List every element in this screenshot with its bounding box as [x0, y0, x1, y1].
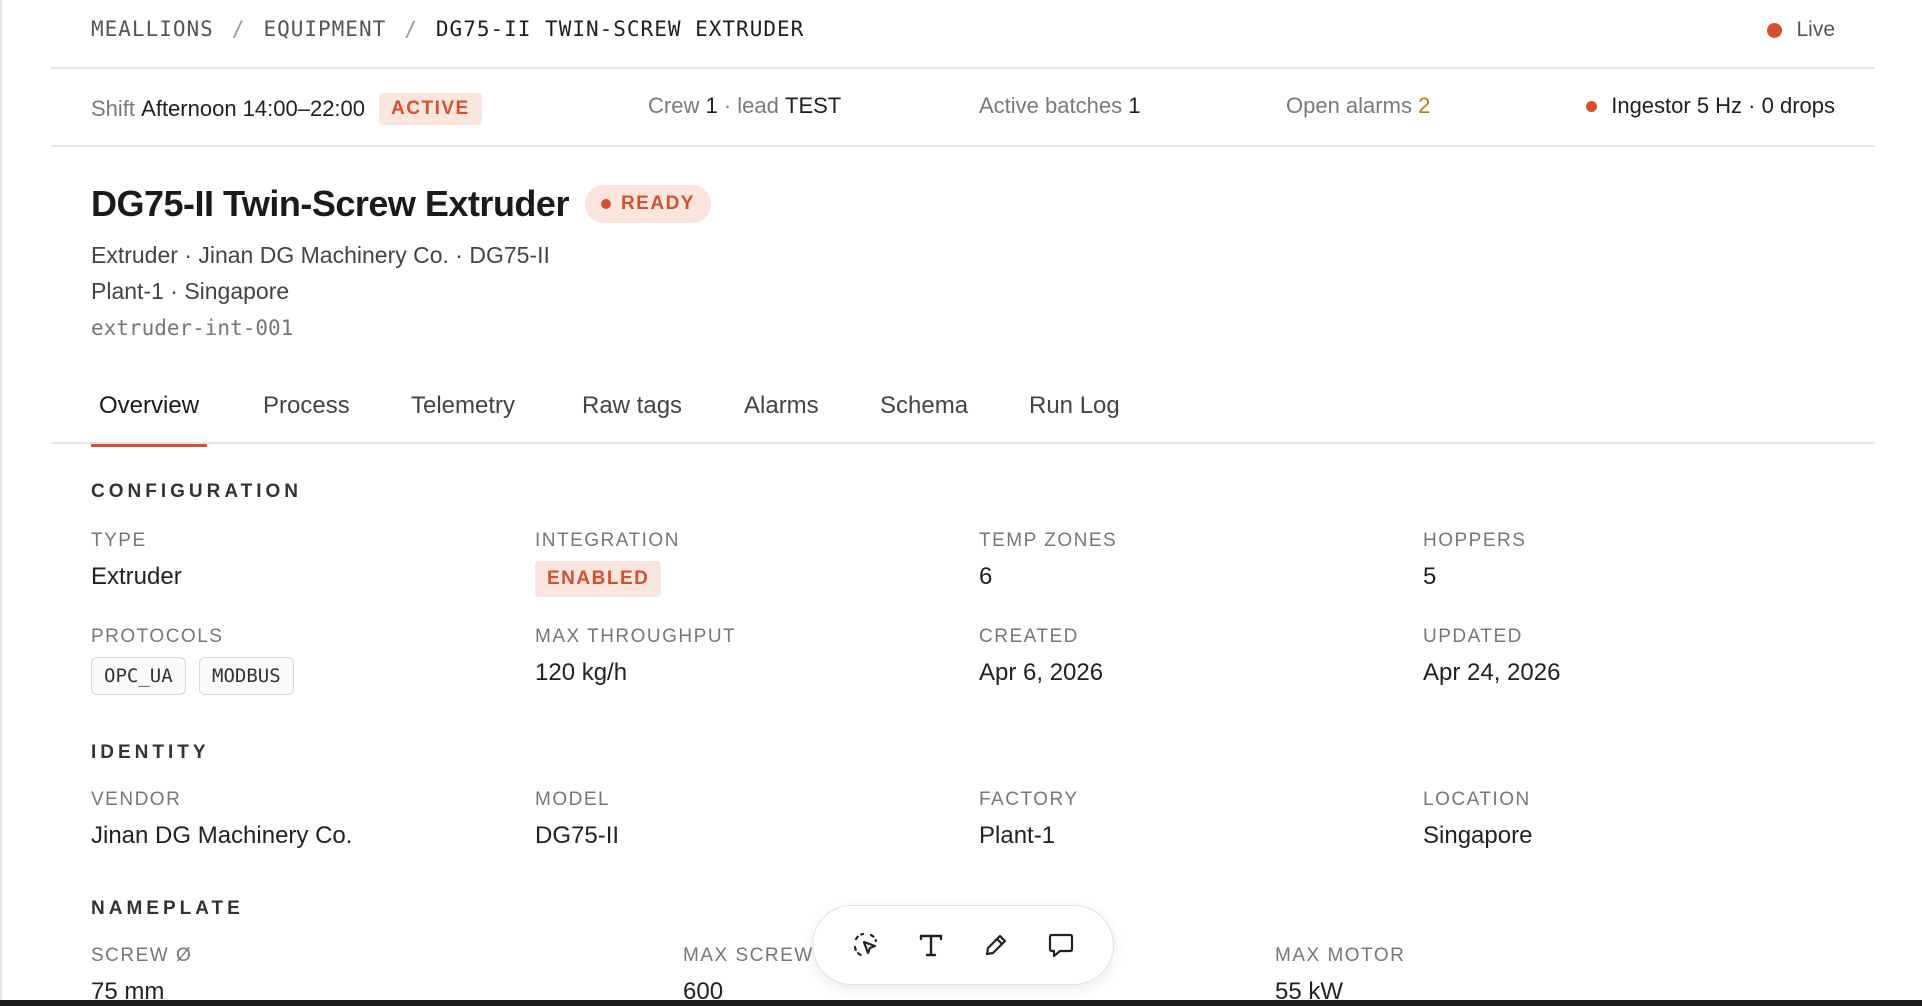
updated-value: Apr 24, 2026 [1423, 659, 1561, 686]
open-alarms-value: 2 [1418, 93, 1431, 118]
vendor-value: Jinan DG Machinery Co. [91, 822, 353, 849]
ingestor-text: Ingestor 5 Hz · 0 drops [1611, 93, 1835, 118]
shift-active-badge: ACTIVE [379, 93, 482, 125]
window-bottom-edge [0, 1000, 1922, 1006]
integration-label: INTEGRATION [535, 530, 680, 551]
max-throughput-label: MAX THROUGHPUT [535, 626, 737, 647]
open-alarms-status[interactable]: Open alarms 2 [1286, 93, 1430, 119]
model-value: DG75-II [535, 822, 620, 849]
identity-heading: IDENTITY [91, 742, 210, 763]
breadcrumb-separator: / [231, 17, 246, 41]
text-tool-button[interactable] [911, 925, 951, 965]
lead-label: · lead [723, 93, 779, 118]
crew-status: Crew 1 · lead TEST [648, 93, 841, 119]
left-edge [0, 0, 2, 1000]
protocols-label: PROTOCOLS [91, 626, 224, 647]
location-value: Singapore [1423, 822, 1533, 849]
max-screw-label: MAX SCREW [683, 945, 814, 966]
model-label: MODEL [535, 789, 611, 810]
factory-value: Plant-1 [979, 822, 1056, 849]
temp-zones-label: TEMP ZONES [979, 530, 1118, 551]
tab-alarms[interactable]: Alarms [744, 392, 819, 444]
pencil-tool-button[interactable] [976, 925, 1016, 965]
text-icon [919, 934, 942, 957]
screw-diameter-label: SCREW Ø [91, 945, 193, 966]
type-value: Extruder [91, 563, 182, 590]
breadcrumb: MEALLIONS / EQUIPMENT / DG75-II TWIN-SCR… [91, 17, 804, 41]
select-icon [853, 932, 877, 957]
breadcrumb-bar: MEALLIONS / EQUIPMENT / DG75-II TWIN-SCR… [51, 0, 1875, 69]
protocol-chip-opc-ua: OPC_UA [91, 657, 186, 695]
pencil-icon [985, 934, 1006, 956]
tab-bar: Overview Process Telemetry Raw tags Alar… [51, 368, 1875, 447]
integration-enabled-badge: ENABLED [535, 561, 662, 597]
live-indicator: Live [1767, 18, 1835, 42]
nameplate-heading: NAMEPLATE [91, 898, 244, 919]
shift-status: Shift Afternoon 14:00–22:00 ACTIVE [91, 93, 482, 125]
shift-value: Afternoon 14:00–22:00 [141, 96, 366, 121]
breadcrumb-separator: / [404, 17, 418, 41]
ready-dot-icon [600, 199, 611, 209]
factory-label: FACTORY [979, 789, 1079, 810]
status-badge: READY [584, 185, 711, 223]
equipment-subtitle: Extruder · Jinan DG Machinery Co. · DG75… [91, 242, 550, 268]
type-label: TYPE [91, 530, 147, 551]
status-badge-label: READY [620, 193, 695, 214]
active-batches-status: Active batches 1 [979, 93, 1140, 119]
equipment-location: Plant-1 · Singapore [91, 278, 290, 304]
live-dot-icon [1767, 22, 1783, 38]
live-label: Live [1796, 18, 1835, 41]
page-title: DG75-II Twin-Screw Extruder [91, 183, 569, 224]
active-batches-label: Active batches [979, 93, 1123, 118]
open-alarms-label: Open alarms [1286, 93, 1412, 118]
shift-label: Shift [91, 96, 136, 121]
tab-raw-tags[interactable]: Raw tags [582, 392, 682, 444]
temp-zones-value: 6 [979, 563, 993, 590]
comment-icon [1048, 933, 1073, 958]
tab-schema[interactable]: Schema [880, 392, 968, 444]
vendor-label: VENDOR [91, 789, 182, 810]
updated-label: UPDATED [1423, 626, 1523, 647]
comment-tool-button[interactable] [1041, 925, 1081, 965]
status-bar: Shift Afternoon 14:00–22:00 ACTIVE Crew … [51, 69, 1875, 147]
lead-value: TEST [785, 93, 842, 118]
created-label: CREATED [979, 626, 1079, 647]
equipment-header: DG75-II Twin-Screw Extruder READY [91, 183, 711, 225]
active-batches-value: 1 [1128, 93, 1141, 118]
tab-process[interactable]: Process [263, 392, 350, 444]
breadcrumb-item-current: DG75-II TWIN-SCREW EXTRUDER [435, 17, 805, 41]
hoppers-label: HOPPERS [1423, 530, 1527, 551]
max-motor-label: MAX MOTOR [1275, 945, 1406, 966]
tab-overview[interactable]: Overview [91, 392, 208, 447]
max-throughput-value: 120 kg/h [535, 659, 628, 686]
hoppers-value: 5 [1423, 563, 1437, 590]
created-value: Apr 6, 2026 [979, 659, 1104, 686]
breadcrumb-item-equipment[interactable]: EQUIPMENT [263, 17, 386, 41]
crew-label: Crew [648, 93, 700, 118]
tab-telemetry[interactable]: Telemetry [411, 392, 515, 444]
location-label: LOCATION [1423, 789, 1531, 810]
protocol-chip-modbus: MODBUS [199, 657, 294, 695]
ingestor-dot-icon [1586, 100, 1598, 112]
crew-value: 1 [705, 93, 718, 118]
configuration-heading: CONFIGURATION [91, 481, 303, 502]
equipment-device-id: extruder-int-001 [91, 316, 294, 340]
tab-run-log[interactable]: Run Log [1029, 392, 1120, 444]
annotation-toolbar [812, 905, 1114, 985]
ingestor-status: Ingestor 5 Hz · 0 drops [1586, 93, 1835, 119]
breadcrumb-item-meallions[interactable]: MEALLIONS [91, 17, 214, 41]
select-tool-button[interactable] [846, 925, 886, 965]
